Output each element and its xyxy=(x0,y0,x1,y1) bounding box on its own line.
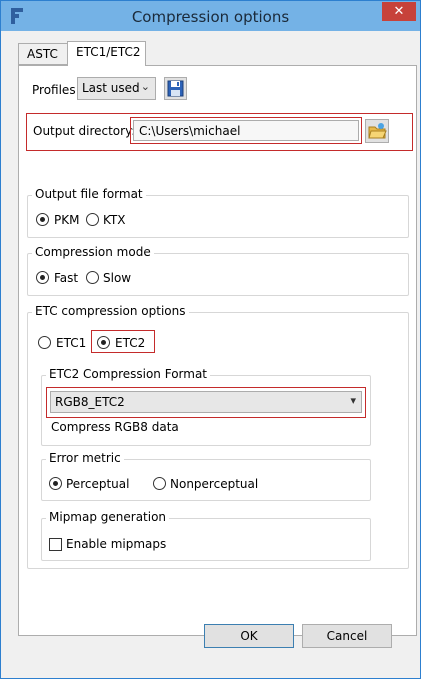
etc2-format-selected-value: RGB8_ETC2 xyxy=(55,395,125,409)
dialog-client-area: ASTC ETC1/ETC2 Profiles Last used ⌄ Outp… xyxy=(9,31,417,672)
output-directory-input[interactable]: C:\Users\michael xyxy=(133,120,359,141)
radio-etc1-label: ETC1 xyxy=(56,336,87,350)
chevron-down-icon: ⌄ xyxy=(140,80,150,93)
etc-compression-options-group: ETC compression options ETC1 ETC2 ETC2 C… xyxy=(27,304,409,569)
radio-ktx[interactable] xyxy=(86,213,99,226)
error-metric-title: Error metric xyxy=(46,451,124,465)
etc-tab-page: Profiles Last used ⌄ Output directory: C… xyxy=(18,65,417,636)
radio-fast-label: Fast xyxy=(54,271,79,285)
close-icon: ✕ xyxy=(393,4,405,19)
compression-mode-group: Compression mode Fast Slow xyxy=(27,245,409,296)
compression-options-window: Compression options ✕ ASTC ETC1/ETC2 Pro… xyxy=(0,0,421,679)
floppy-disk-icon xyxy=(167,80,184,97)
etc2-format-group: ETC2 Compression Format RGB8_ETC2 ▾ Comp… xyxy=(41,367,371,446)
radio-slow[interactable] xyxy=(86,271,99,284)
tab-etc1-etc2[interactable]: ETC1/ETC2 xyxy=(67,41,146,66)
tab-astc[interactable]: ASTC xyxy=(18,43,68,65)
close-button[interactable]: ✕ xyxy=(382,2,416,21)
radio-nonperceptual-label: Nonperceptual xyxy=(170,477,259,491)
radio-ktx-label: KTX xyxy=(103,213,126,227)
profiles-label: Profiles xyxy=(32,83,76,97)
radio-perceptual[interactable] xyxy=(49,477,62,490)
etc2-format-select[interactable]: RGB8_ETC2 ▾ xyxy=(50,391,362,413)
output-file-format-group: Output file format PKM KTX xyxy=(27,187,409,238)
radio-etc2[interactable] xyxy=(97,336,110,349)
radio-etc1[interactable] xyxy=(38,336,51,349)
radio-nonperceptual[interactable] xyxy=(153,477,166,490)
cancel-button[interactable]: Cancel xyxy=(302,624,392,648)
ok-button[interactable]: OK xyxy=(204,624,294,648)
save-profile-button[interactable] xyxy=(164,77,187,100)
browse-button[interactable] xyxy=(365,119,389,143)
chevron-down-icon: ▾ xyxy=(350,394,356,407)
radio-perceptual-label: Perceptual xyxy=(66,477,130,491)
output-directory-label: Output directory: xyxy=(33,124,136,138)
radio-pkm[interactable] xyxy=(36,213,49,226)
radio-fast[interactable] xyxy=(36,271,49,284)
mipmap-generation-title: Mipmap generation xyxy=(46,510,170,524)
enable-mipmaps-label: Enable mipmaps xyxy=(66,537,167,551)
window-title: Compression options xyxy=(131,8,290,26)
etc-compression-options-title: ETC compression options xyxy=(32,304,189,318)
radio-etc2-label: ETC2 xyxy=(115,336,146,350)
title-bar[interactable]: Compression options ✕ xyxy=(1,1,420,31)
compression-mode-title: Compression mode xyxy=(32,245,154,259)
folder-open-icon xyxy=(368,123,387,139)
enable-mipmaps-checkbox[interactable] xyxy=(49,538,62,551)
etc2-format-description: Compress RGB8 data xyxy=(51,420,179,434)
radio-slow-label: Slow xyxy=(103,271,132,285)
profiles-select[interactable]: Last used ⌄ xyxy=(77,77,156,100)
output-directory-value: C:\Users\michael xyxy=(139,124,241,138)
mipmap-generation-group: Mipmap generation Enable mipmaps xyxy=(41,510,371,561)
etc2-format-title: ETC2 Compression Format xyxy=(46,367,211,381)
error-metric-group: Error metric Perceptual Nonperceptual xyxy=(41,451,371,501)
profiles-selected-value: Last used xyxy=(82,81,140,95)
radio-pkm-label: PKM xyxy=(54,213,80,227)
output-file-format-title: Output file format xyxy=(32,187,146,201)
